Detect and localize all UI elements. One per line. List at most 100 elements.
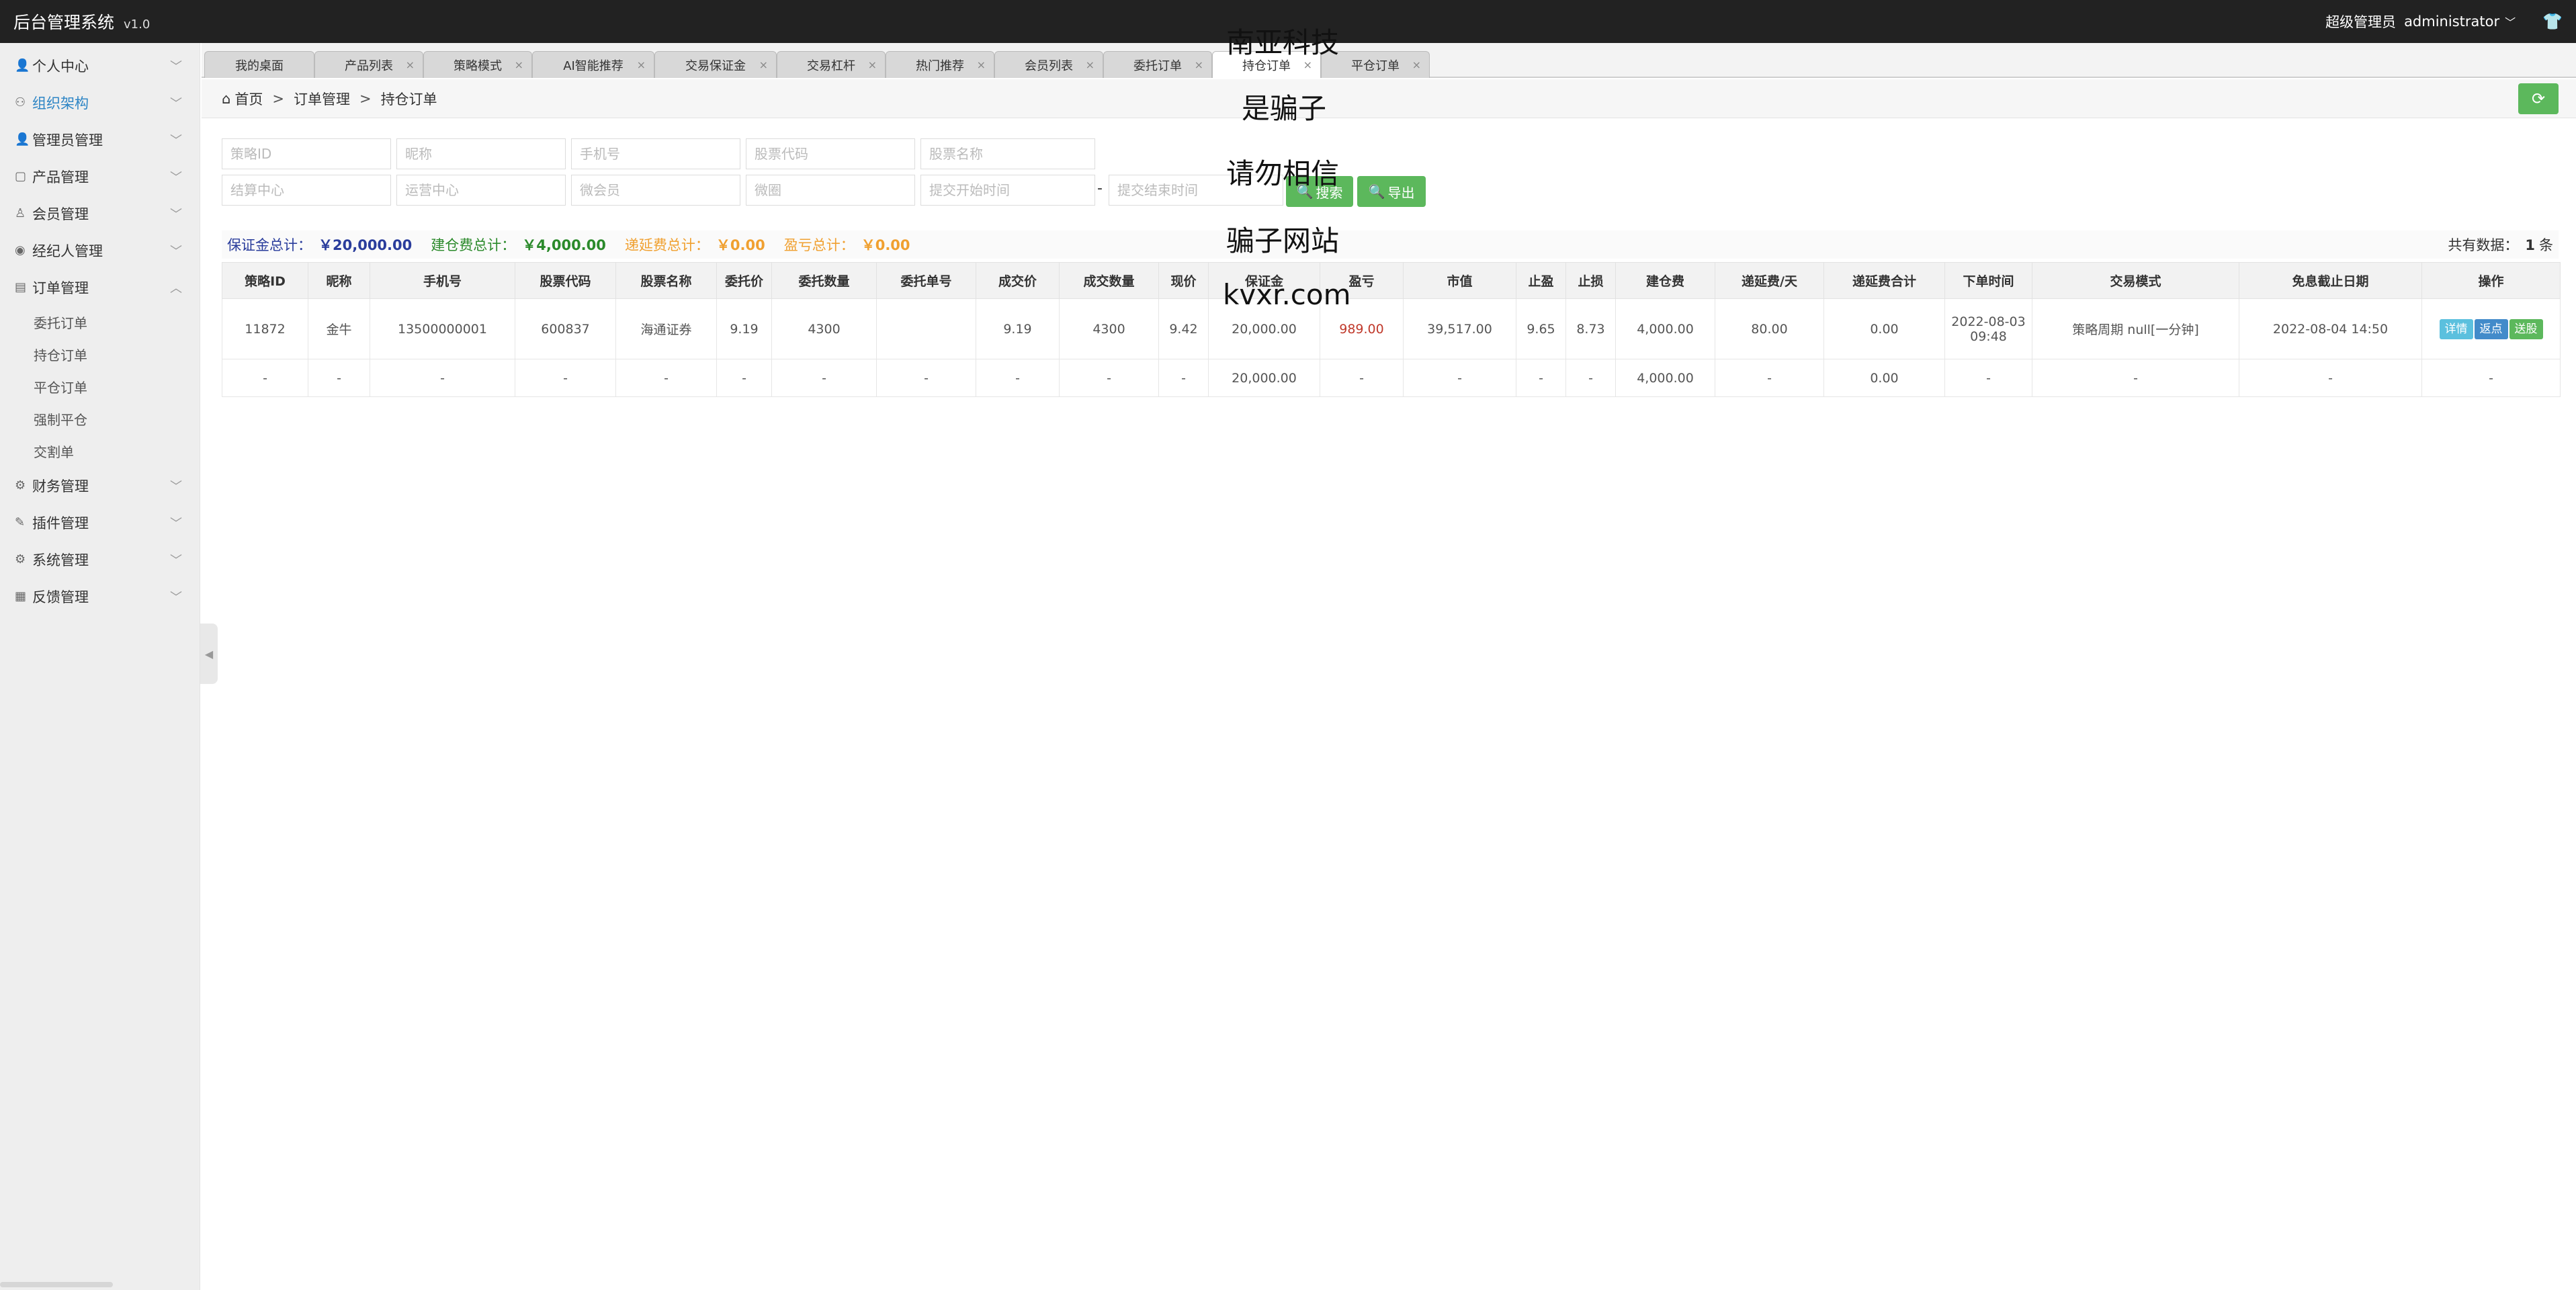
tab-desktop[interactable]: 我的桌面 bbox=[204, 51, 314, 78]
close-icon[interactable]: × bbox=[1412, 58, 1421, 71]
date-range-separator: - bbox=[1097, 180, 1103, 197]
total-cell: - bbox=[1320, 359, 1404, 397]
sidebar-collapse-toggle[interactable]: ◀ bbox=[200, 624, 218, 684]
col-header: 免息截止日期 bbox=[2239, 262, 2422, 299]
col-header: 股票代码 bbox=[515, 262, 616, 299]
close-icon[interactable]: × bbox=[515, 58, 523, 71]
sidebar-item-members[interactable]: ♙ 会员管理 ﹀ bbox=[0, 195, 200, 232]
sidebar-item-feedback[interactable]: ▦ 反馈管理 ﹀ bbox=[0, 578, 200, 615]
skin-icon[interactable]: 👕 bbox=[2542, 12, 2563, 31]
total-cell-build-fee: 4,000.00 bbox=[1615, 359, 1715, 397]
sidebar-item-admins[interactable]: 👤 管理员管理 ﹀ bbox=[0, 121, 200, 158]
username: administrator bbox=[2404, 13, 2500, 30]
close-icon[interactable]: × bbox=[977, 58, 986, 71]
sidebar-subitem-closed[interactable]: 平仓订单 bbox=[0, 370, 200, 402]
cell-defer-fee-day: 80.00 bbox=[1715, 298, 1824, 359]
total-cell: - bbox=[716, 359, 772, 397]
cell-entrust-price: 9.19 bbox=[716, 298, 772, 359]
close-icon[interactable]: × bbox=[1086, 58, 1094, 71]
sidebar: 👤 个人中心 ﹀ ⚇ 组织架构 ﹀ 👤 管理员管理 ﹀ ▢ 产品管理 ﹀ ♙ 会… bbox=[0, 43, 200, 1290]
sidebar-item-brokers[interactable]: ◉ 经纪人管理 ﹀ bbox=[0, 232, 200, 269]
sidebar-subitem-forced[interactable]: 强制平仓 bbox=[0, 402, 200, 435]
sidebar-item-label: 个人中心 bbox=[32, 58, 89, 75]
tab-strategy[interactable]: 策略模式 × bbox=[423, 51, 532, 78]
table-header-row: 策略ID 昵称 手机号 股票代码 股票名称 委托价 委托数量 委托单号 成交价 … bbox=[222, 262, 2561, 299]
person-icon: ♙ bbox=[15, 206, 26, 220]
tab-label: 我的桌面 bbox=[235, 58, 284, 73]
sidebar-subitem-delivery[interactable]: 交割单 bbox=[0, 435, 200, 467]
rebate-button[interactable]: 返点 bbox=[2474, 318, 2508, 339]
total-cell: - bbox=[2032, 359, 2239, 397]
col-header: 股票名称 bbox=[615, 262, 717, 299]
margin-total-label: 保证金总计： bbox=[227, 237, 312, 253]
total-cell: - bbox=[1059, 359, 1159, 397]
stock-name-input[interactable] bbox=[920, 138, 1095, 169]
breadcrumb-separator: > bbox=[359, 90, 372, 107]
col-header: 建仓费 bbox=[1615, 262, 1715, 299]
feedback-icon: ▦ bbox=[15, 589, 27, 603]
col-header: 止损 bbox=[1565, 262, 1616, 299]
sidebar-item-finance[interactable]: ⚙ 财务管理 ﹀ bbox=[0, 467, 200, 504]
tab-margin[interactable]: 交易保证金 × bbox=[654, 51, 777, 78]
col-header: 下单时间 bbox=[1944, 262, 2032, 299]
close-icon[interactable]: × bbox=[406, 58, 415, 71]
cell-take-profit: 9.65 bbox=[1516, 298, 1566, 359]
sidebar-scrollbar[interactable] bbox=[0, 1282, 113, 1287]
sidebar-item-system[interactable]: ⚙ 系统管理 ﹀ bbox=[0, 541, 200, 578]
stock-code-input[interactable] bbox=[746, 138, 915, 169]
tab-ai-recommend[interactable]: AI智能推荐 × bbox=[532, 51, 654, 78]
chevron-down-icon: ﹀ bbox=[170, 479, 182, 494]
user-area: 超级管理员 administrator ﹀ 👕 bbox=[2325, 11, 2563, 32]
col-header: 昵称 bbox=[308, 262, 370, 299]
send-shares-button[interactable]: 送股 bbox=[2509, 318, 2543, 339]
close-icon[interactable]: × bbox=[868, 58, 877, 71]
overlay-text-line3: 请勿相信 bbox=[1226, 157, 1340, 190]
phone-input[interactable] bbox=[571, 138, 740, 169]
col-header: 递延费合计 bbox=[1823, 262, 1945, 299]
defer-fee-total-label: 递延费总计： bbox=[624, 237, 710, 253]
operation-center-select[interactable] bbox=[396, 175, 566, 206]
app-version: v1.0 bbox=[124, 17, 151, 32]
total-cell: - bbox=[308, 359, 370, 397]
breadcrumb-home[interactable]: 首页 bbox=[234, 89, 263, 109]
sidebar-item-plugins[interactable]: ✎ 插件管理 ﹀ bbox=[0, 504, 200, 541]
tab-hot[interactable]: 热门推荐 × bbox=[886, 51, 994, 78]
sidebar-subitem-entrust[interactable]: 委托订单 bbox=[0, 306, 200, 338]
breadcrumb-level1[interactable]: 订单管理 bbox=[294, 89, 350, 109]
sidebar-item-org[interactable]: ⚇ 组织架构 ﹀ bbox=[0, 84, 200, 121]
search-icon: 🔍 bbox=[1368, 183, 1385, 200]
chevron-down-icon: ﹀ bbox=[2505, 16, 2516, 29]
gear-icon: ⚙ bbox=[15, 478, 26, 492]
tab-entrust-orders[interactable]: 委托订单 × bbox=[1103, 51, 1212, 78]
tab-leverage[interactable]: 交易杠杆 × bbox=[777, 51, 886, 78]
chevron-down-icon: ﹀ bbox=[170, 244, 182, 259]
tab-label: 交易保证金 bbox=[685, 58, 746, 73]
close-icon[interactable]: × bbox=[637, 58, 646, 71]
cell-deal-price: 9.19 bbox=[976, 298, 1060, 359]
total-cell-defer-fee: 0.00 bbox=[1823, 359, 1945, 397]
close-icon[interactable]: × bbox=[1195, 58, 1203, 71]
app-title: 后台管理系统 bbox=[13, 13, 115, 32]
user-menu[interactable]: administrator ﹀ bbox=[2404, 13, 2516, 30]
nickname-input[interactable] bbox=[396, 138, 566, 169]
micro-circle-select[interactable] bbox=[746, 175, 915, 206]
sidebar-subitem-position[interactable]: 持仓订单 bbox=[0, 338, 200, 370]
sidebar-item-personal[interactable]: 👤 个人中心 ﹀ bbox=[0, 47, 200, 84]
settlement-center-select[interactable] bbox=[222, 175, 391, 206]
briefcase-icon: ▢ bbox=[15, 169, 27, 183]
tab-member-list[interactable]: 会员列表 × bbox=[994, 51, 1103, 78]
start-time-input[interactable] bbox=[920, 175, 1095, 206]
export-button[interactable]: 🔍 导出 bbox=[1357, 176, 1426, 207]
detail-button[interactable]: 详情 bbox=[2439, 318, 2473, 339]
sidebar-item-orders[interactable]: ▤ 订单管理 ︿ bbox=[0, 269, 200, 306]
micro-member-select[interactable] bbox=[571, 175, 740, 206]
defer-fee-total: 递延费总计： ￥0.00 bbox=[625, 234, 765, 255]
strategy-id-input[interactable] bbox=[222, 138, 391, 169]
sidebar-item-products[interactable]: ▢ 产品管理 ﹀ bbox=[0, 158, 200, 195]
close-icon[interactable]: × bbox=[759, 58, 768, 71]
chevron-down-icon: ﹀ bbox=[170, 590, 182, 605]
total-cell: - bbox=[976, 359, 1060, 397]
total-cell-margin: 20,000.00 bbox=[1208, 359, 1320, 397]
tab-product-list[interactable]: 产品列表 × bbox=[314, 51, 423, 78]
refresh-button[interactable]: ⟳ bbox=[2518, 83, 2559, 114]
